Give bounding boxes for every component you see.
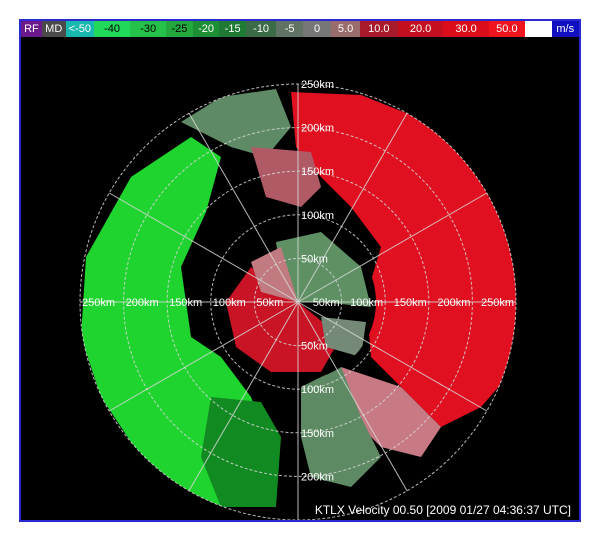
color-scale-segment: 20.0 xyxy=(397,21,444,37)
range-label: 250km xyxy=(301,79,334,91)
radar-ppi-plot: 250km 200km 150km 100km 50km 50km 100km 150km 20… xyxy=(79,79,517,520)
range-label: 250km xyxy=(481,297,514,309)
color-scale-segment: MD xyxy=(41,21,66,37)
range-label: 100km xyxy=(350,297,383,309)
range-label: 50km xyxy=(301,253,328,265)
color-scale-segment: 5.0 xyxy=(331,21,360,37)
range-label: 200km xyxy=(301,471,334,483)
color-scale-segment: -5 xyxy=(276,21,303,37)
color-scale-segment xyxy=(524,21,552,37)
range-label: 150km xyxy=(394,297,427,309)
color-scale-segment: 30.0 xyxy=(443,21,489,37)
color-scale-segment: m/s xyxy=(551,21,579,37)
range-label: 200km xyxy=(126,297,159,309)
color-scale-segment: -10 xyxy=(245,21,277,37)
range-label: 200km xyxy=(437,297,470,309)
velocity-color-scale: RF MD <-50 -40 -30 -25 -20 -15 -10 -5 0 5.0 10.0 20.0… xyxy=(21,21,579,37)
color-scale-segment: -40 xyxy=(94,21,131,37)
range-label: 100km xyxy=(213,297,246,309)
range-label: 50km xyxy=(313,297,340,309)
range-label: 200km xyxy=(301,123,334,135)
range-label: 250km xyxy=(82,297,115,309)
color-scale-segment: -20 xyxy=(192,21,220,37)
range-label: 150km xyxy=(169,297,202,309)
color-scale-segment: 10.0 xyxy=(359,21,398,37)
range-label: 100km xyxy=(301,210,334,222)
radar-display: RF MD <-50 -40 -30 -25 -20 -15 -10 -5 0 5.0 10.0 20.0… xyxy=(19,19,581,522)
color-scale-segment: <-50 xyxy=(65,21,95,37)
range-label: 50km xyxy=(301,341,328,353)
color-scale-segment: 50.0 xyxy=(488,21,525,37)
range-label: 50km xyxy=(256,297,283,309)
product-caption: KTLX Velocity 00.50 [2009 01/27 04:36:37… xyxy=(314,503,571,517)
range-label: 150km xyxy=(301,428,334,440)
color-scale-segment: -25 xyxy=(166,21,193,37)
color-scale-segment: 0 xyxy=(302,21,332,37)
range-label: 100km xyxy=(301,384,334,396)
range-label: 150km xyxy=(301,166,334,178)
color-scale-segment: -30 xyxy=(130,21,167,37)
color-scale-segment: RF xyxy=(21,21,42,37)
color-scale-segment: -15 xyxy=(219,21,246,37)
